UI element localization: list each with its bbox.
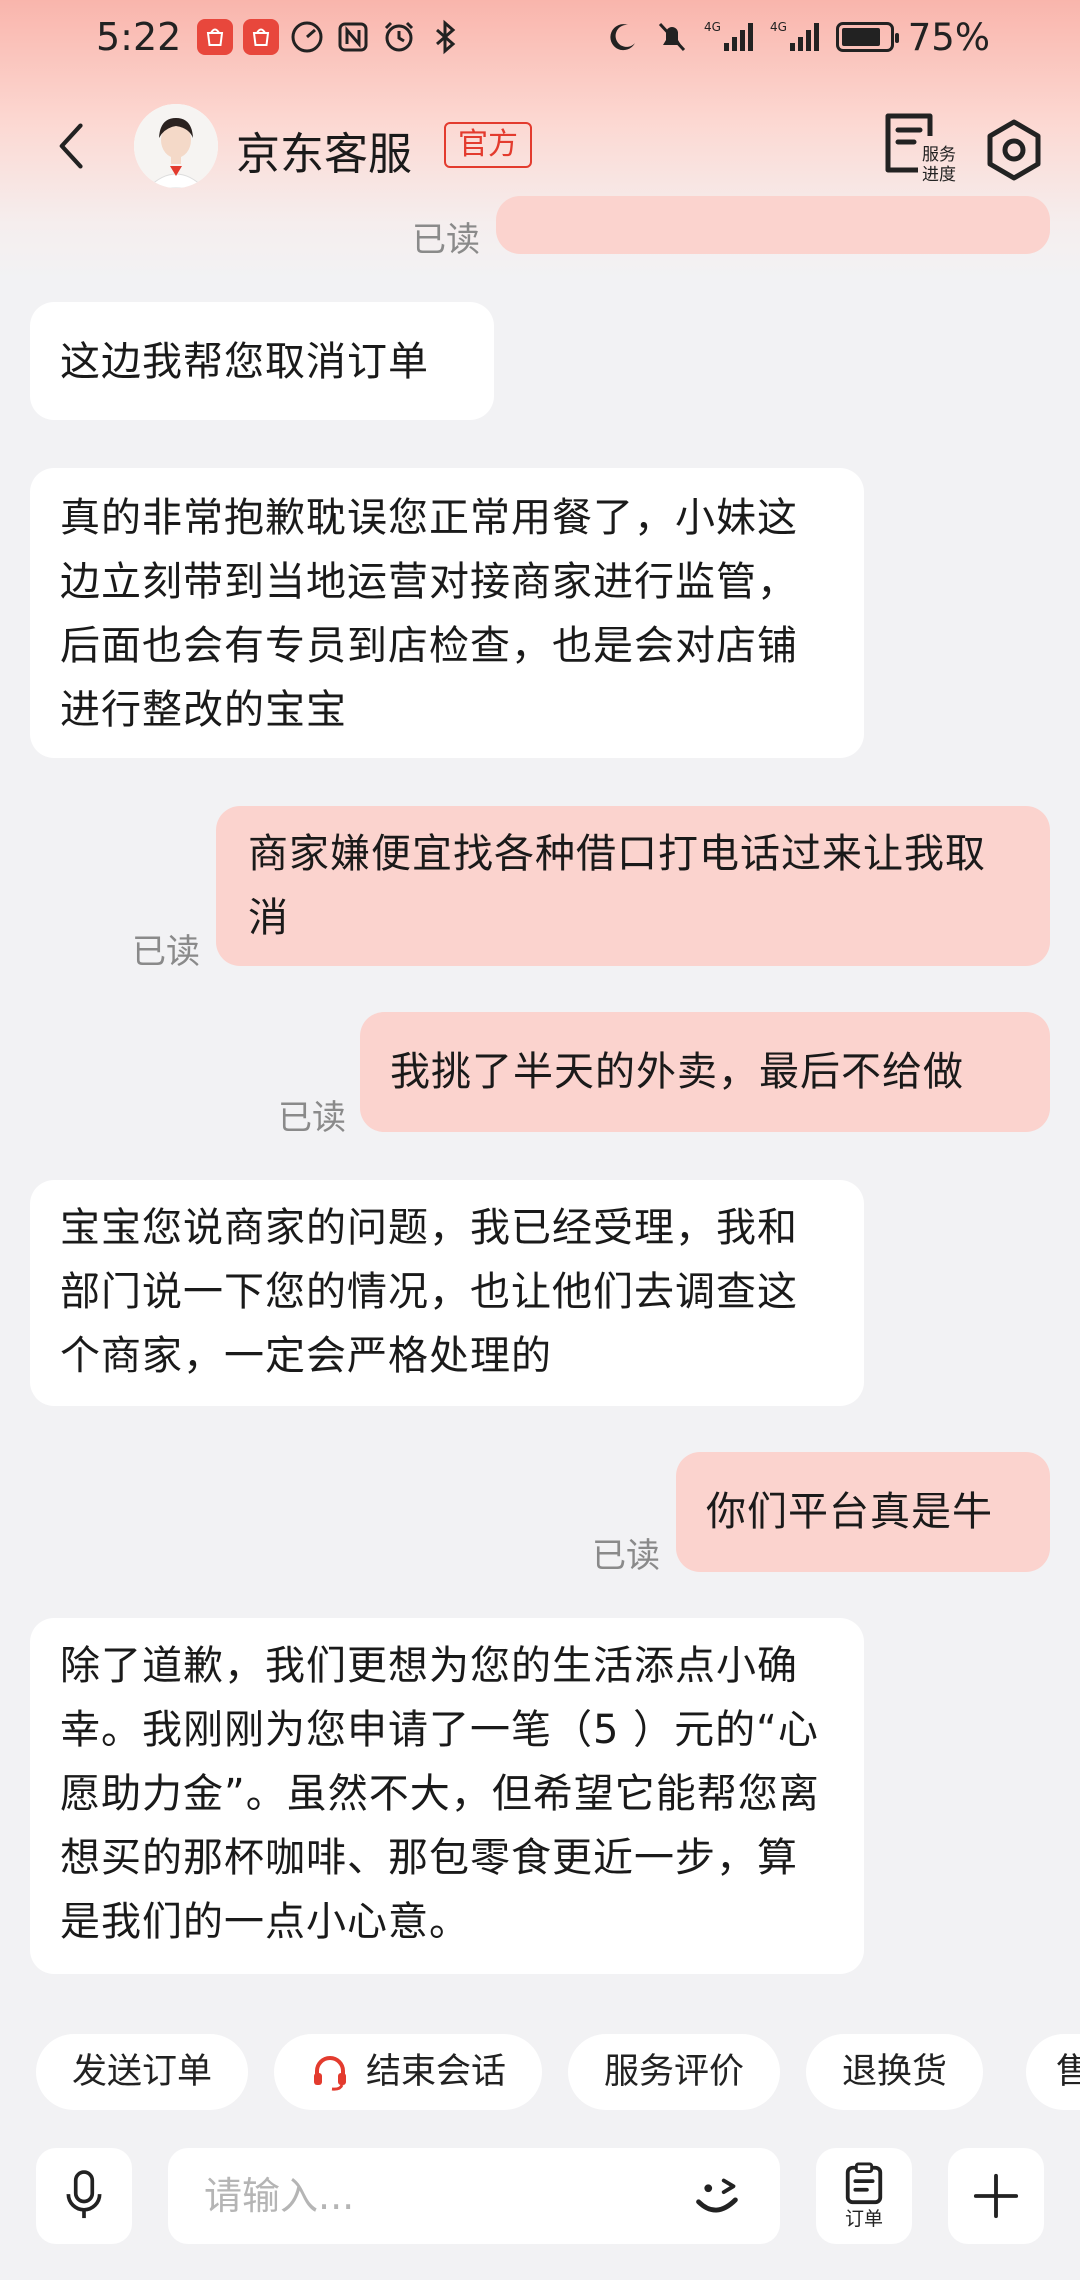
signal-icon-2: 4G	[770, 19, 822, 55]
headset-icon	[314, 2056, 347, 2091]
chip-label: 售	[1056, 2052, 1080, 2092]
message-bubble-user: 你们平台真是牛	[676, 1452, 1050, 1572]
read-status: 已读	[412, 220, 480, 260]
huawei-app-icon	[197, 19, 234, 55]
avatar[interactable]	[134, 104, 218, 188]
settings-button[interactable]	[980, 116, 1048, 184]
return-exchange-button[interactable]: 退换货	[806, 2034, 984, 2110]
battery-icon	[835, 22, 899, 52]
chip-label: 服务评价	[604, 2052, 745, 2092]
svg-text:4G: 4G	[770, 20, 787, 34]
add-button[interactable]	[948, 2148, 1044, 2244]
battery-percent: 75%	[907, 15, 990, 59]
read-status: 已读	[278, 1098, 346, 1138]
input-bar: 订单	[0, 2148, 1080, 2244]
after-sales-button[interactable]: 售	[1026, 2034, 1080, 2110]
svg-text:4G: 4G	[704, 20, 721, 34]
read-status: 已读	[132, 932, 200, 972]
service-rating-button[interactable]: 服务评价	[568, 2034, 781, 2110]
chip-label: 退换货	[842, 2052, 948, 2092]
message-bubble-agent: 除了道歉，我们更想为您的生活添点小确幸。我刚刚为您申请了一笔（5 ）元的“心愿助…	[30, 1618, 864, 1974]
moon-icon	[604, 19, 640, 55]
chat-header: 京东客服 官方 服务 进度	[0, 86, 1080, 206]
signal-icon-1: 4G	[704, 19, 756, 55]
message-bubble-user: 商家嫌便宜找各种借口打电话过来让我取消	[216, 806, 1050, 966]
chip-label: 结束会话	[366, 2052, 507, 2092]
chat-title: 京东客服	[236, 129, 412, 180]
svg-text:进度: 进度	[922, 165, 956, 185]
emoji-button[interactable]	[680, 2160, 752, 2232]
back-button[interactable]	[44, 114, 100, 178]
message-bubble-agent: 这边我帮您取消订单	[30, 302, 494, 420]
message-bubble-agent: 真的非常抱歉耽误您正常用餐了，小妹这边立刻带到当地运营对接商家进行监管，后面也会…	[30, 468, 864, 758]
read-status: 已读	[592, 1536, 660, 1576]
clipboard-icon	[845, 2161, 883, 2204]
alarm-icon	[381, 19, 417, 55]
wink-emoji-icon	[696, 2178, 738, 2213]
end-session-button[interactable]: 结束会话	[274, 2034, 543, 2110]
chip-label: 发送订单	[72, 2052, 213, 2092]
order-label: 订单	[844, 2207, 883, 2230]
nfc-icon	[335, 19, 371, 55]
mute-bell-icon	[654, 19, 690, 55]
message-bubble-agent: 宝宝您说商家的问题，我已经受理，我和部门说一下您的情况，也让他们去调查这个商家，…	[30, 1180, 864, 1406]
microphone-icon	[66, 2170, 102, 2219]
message-bubble-user: 我挑了半天的外卖，最后不给做	[360, 1012, 1050, 1132]
status-bar: 5:22 4G 4G 75%	[0, 0, 1080, 74]
service-progress-button[interactable]: 服务 进度	[878, 108, 958, 188]
chevron-left-icon	[59, 123, 83, 169]
order-button[interactable]: 订单	[816, 2148, 912, 2244]
plus-icon	[973, 2173, 1019, 2219]
bluetooth-icon	[427, 19, 463, 55]
huawei-app-icon-2	[243, 19, 280, 55]
voice-input-button[interactable]	[36, 2148, 132, 2244]
service-progress-icon: 服务 进度	[885, 113, 956, 185]
status-time: 5:22	[96, 15, 182, 59]
hexagon-settings-icon	[987, 119, 1041, 181]
quick-action-bar: 发送订单 结束会话 服务评价 退换货	[36, 2034, 984, 2110]
send-order-button[interactable]: 发送订单	[36, 2034, 249, 2110]
speedometer-icon	[289, 19, 325, 55]
svg-text:服务: 服务	[922, 145, 956, 165]
message-bubble-user-partial	[496, 196, 1050, 254]
official-badge: 官方	[444, 122, 532, 168]
